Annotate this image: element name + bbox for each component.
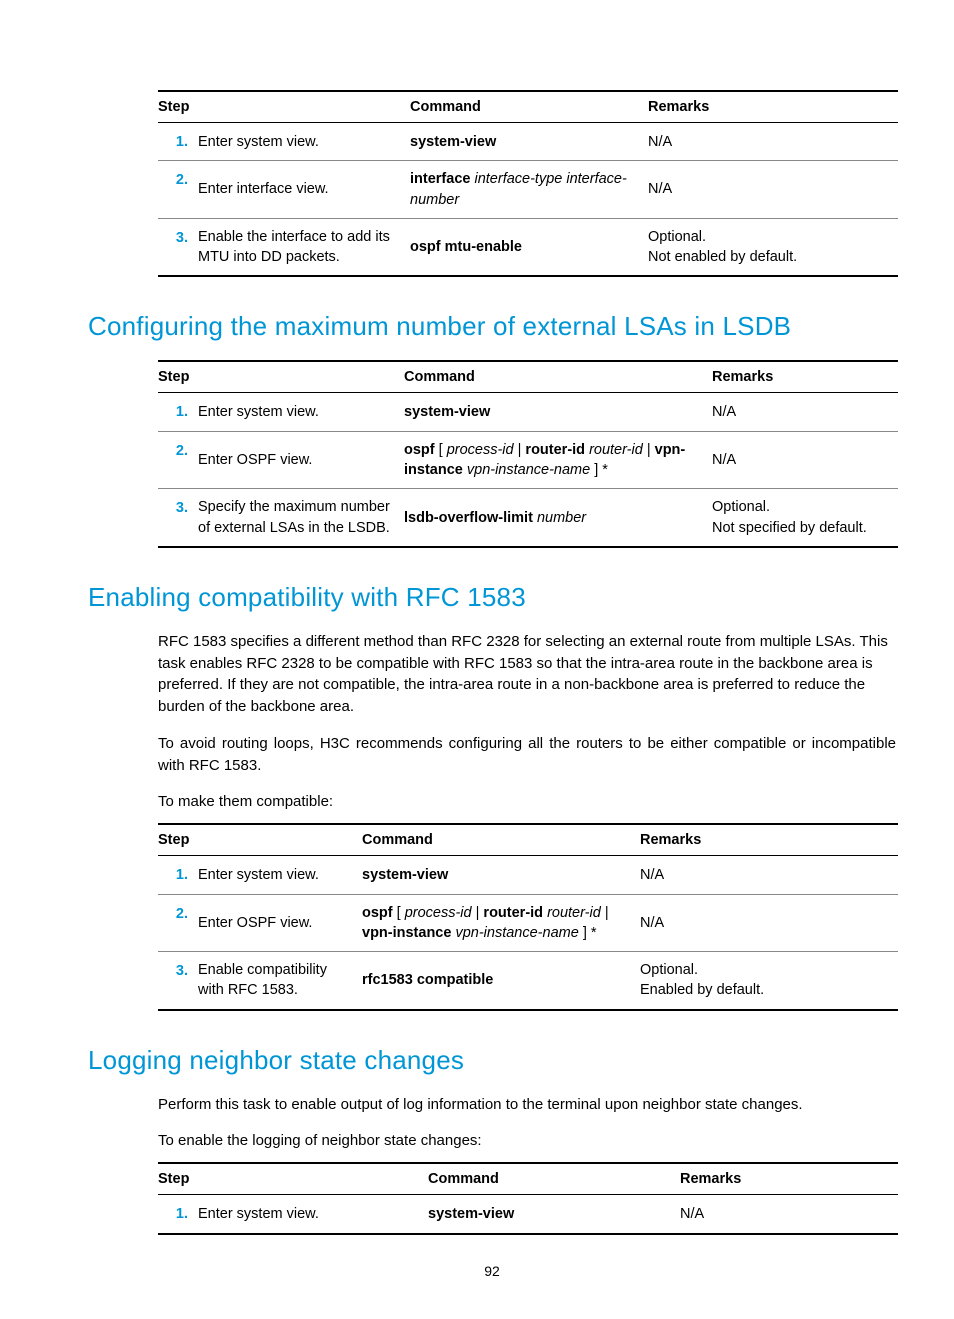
step-number: 1. [158,123,198,161]
paragraph: RFC 1583 specifies a different method th… [158,631,896,718]
col-step: Step [158,824,362,856]
col-remarks: Remarks [680,1163,898,1195]
remarks-text: N/A [648,123,898,161]
table-lsdb-overflow: Step Command Remarks 1.Enter system view… [158,360,898,547]
command-text: lsdb-overflow-limit number [404,489,712,547]
table-row: 1.Enter system view.system-viewN/A [158,856,898,894]
step-text: Enter system view. [198,393,404,431]
table-rfc1583: Step Command Remarks 1.Enter system view… [158,823,898,1010]
command-text: system-view [362,856,640,894]
paragraph: To make them compatible: [158,791,896,813]
remarks-text: N/A [648,161,898,219]
command-text: rfc1583 compatible [362,952,640,1010]
step-number: 3. [158,952,198,1010]
col-command: Command [428,1163,680,1195]
step-text: Enter system view. [198,856,362,894]
step-number: 3. [158,489,198,547]
paragraph: To enable the logging of neighbor state … [158,1130,896,1152]
table-body: 1.Enter system view.system-viewN/A2.Ente… [158,393,898,547]
col-step: Step [158,361,404,393]
table-row: 3.Specify the maximum number of external… [158,489,898,547]
col-step: Step [158,1163,428,1195]
command-text: system-view [410,123,648,161]
col-command: Command [362,824,640,856]
step-text: Enable the interface to add its MTU into… [198,218,410,276]
table-row: 1.Enter system view.system-viewN/A [158,393,898,431]
paragraph: To avoid routing loops, H3C recommends c… [158,733,896,777]
table-body: 1.Enter system view.system-viewN/A [158,1195,898,1234]
remarks-text: Optional.Not enabled by default. [648,218,898,276]
remarks-text: Optional.Not specified by default. [712,489,898,547]
remarks-text: Optional.Enabled by default. [640,952,898,1010]
remarks-text: N/A [640,894,898,952]
page-content: Step Command Remarks 1.Enter system view… [0,0,954,1319]
command-text: ospf [ process-id | router-id router-id … [362,894,640,952]
step-text: Enable compatibility with RFC 1583. [198,952,362,1010]
table-row: 1.Enter system view.system-viewN/A [158,123,898,161]
remarks-text: N/A [640,856,898,894]
table-row: 2.Enter OSPF view.ospf [ process-id | ro… [158,894,898,952]
heading-rfc1583: Enabling compatibility with RFC 1583 [88,582,896,613]
step-text: Enter OSPF view. [198,431,404,489]
step-number: 2. [158,894,198,952]
command-text: ospf [ process-id | router-id router-id … [404,431,712,489]
table-row: 2.Enter OSPF view.ospf [ process-id | ro… [158,431,898,489]
command-text: interface interface-type interface-numbe… [410,161,648,219]
remarks-text: N/A [712,431,898,489]
remarks-text: N/A [712,393,898,431]
col-step: Step [158,91,410,123]
paragraph: Perform this task to enable output of lo… [158,1094,896,1116]
heading-logging-neighbor: Logging neighbor state changes [88,1045,896,1076]
col-remarks: Remarks [712,361,898,393]
command-text: system-view [404,393,712,431]
col-command: Command [404,361,712,393]
step-number: 1. [158,1195,198,1234]
col-command: Command [410,91,648,123]
table-row: 1.Enter system view.system-viewN/A [158,1195,898,1234]
table-mtu-dd: Step Command Remarks 1.Enter system view… [158,90,898,277]
col-remarks: Remarks [648,91,898,123]
step-text: Enter system view. [198,123,410,161]
table-row: 3.Enable compatibility with RFC 1583.rfc… [158,952,898,1010]
step-text: Enter interface view. [198,161,410,219]
step-number: 2. [158,161,198,219]
step-number: 1. [158,856,198,894]
table-body: 1.Enter system view.system-viewN/A2.Ente… [158,123,898,277]
step-text: Enter OSPF view. [198,894,362,952]
command-text: system-view [428,1195,680,1234]
command-text: ospf mtu-enable [410,218,648,276]
remarks-text: N/A [680,1195,898,1234]
heading-max-external-lsas: Configuring the maximum number of extern… [88,311,896,342]
table-row: 3.Enable the interface to add its MTU in… [158,218,898,276]
step-text: Enter system view. [198,1195,428,1234]
step-number: 1. [158,393,198,431]
page-number: 92 [88,1263,896,1279]
table-row: 2.Enter interface view.interface interfa… [158,161,898,219]
table-logging: Step Command Remarks 1.Enter system view… [158,1162,898,1234]
step-number: 2. [158,431,198,489]
table-body: 1.Enter system view.system-viewN/A2.Ente… [158,856,898,1010]
col-remarks: Remarks [640,824,898,856]
step-number: 3. [158,218,198,276]
step-text: Specify the maximum number of external L… [198,489,404,547]
